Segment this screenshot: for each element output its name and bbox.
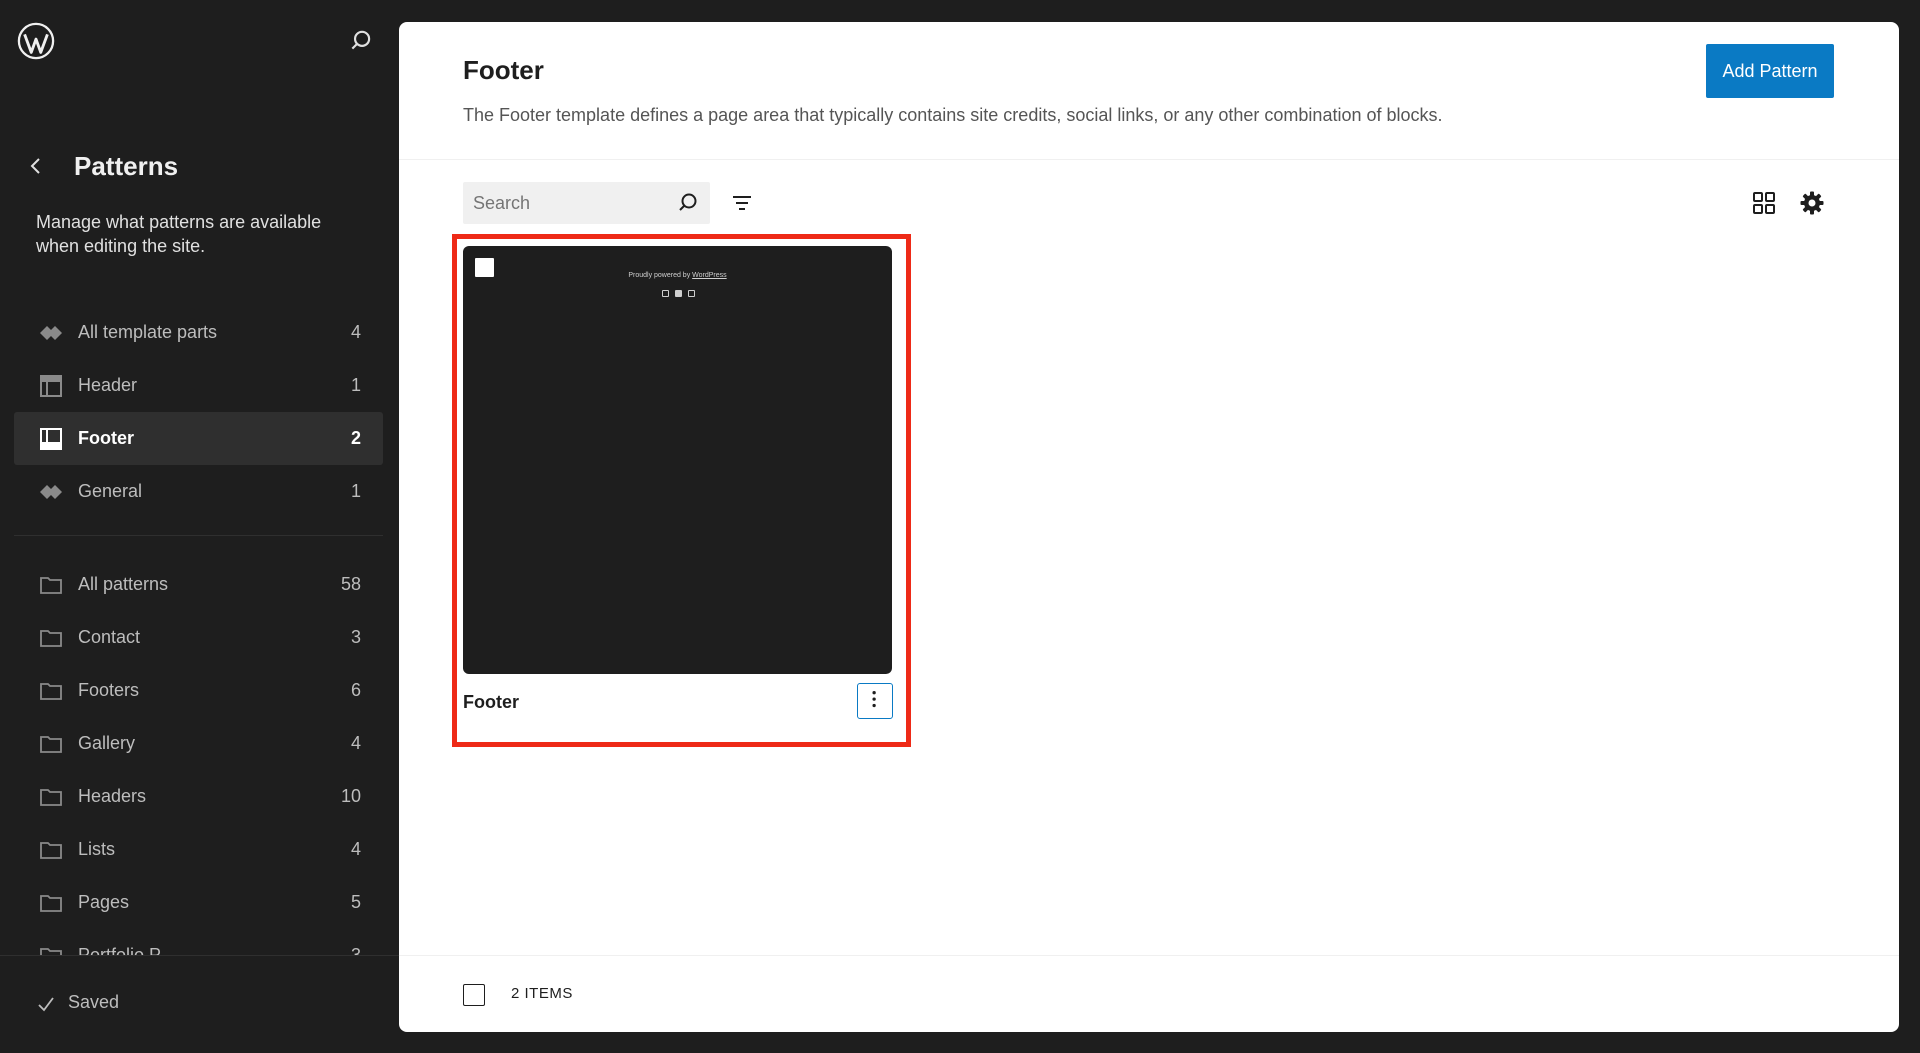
folder-icon	[40, 895, 62, 912]
search-input[interactable]	[463, 182, 663, 224]
sidebar-item-label: All template parts	[78, 322, 218, 342]
folder-icon	[40, 842, 62, 859]
sidebar-item-general[interactable]: General 1	[14, 465, 383, 518]
pattern-categories-list: All patterns 58 Contact 3 Footers 6 Gall…	[14, 558, 383, 955]
folder-icon	[40, 577, 62, 594]
select-all-checkbox[interactable]	[463, 984, 485, 1006]
sidebar-item-all-patterns[interactable]: All patterns 58	[14, 558, 383, 611]
sidebar-item-count: 2	[350, 428, 361, 448]
sidebar-item-label: Contact	[78, 627, 141, 647]
sidebar-item-count: 3	[350, 945, 361, 955]
page-title: Footer	[463, 55, 544, 85]
folder-icon	[40, 789, 62, 806]
chevron-left-icon[interactable]	[24, 154, 48, 178]
diamond-icon	[40, 485, 62, 499]
pattern-card-title[interactable]: Footer	[463, 692, 519, 713]
sidebar-item-portfolio[interactable]: Portfolio P… 3	[14, 929, 383, 955]
folder-icon	[40, 948, 62, 955]
sidebar-item-label: All patterns	[78, 574, 169, 594]
more-actions-button[interactable]	[857, 683, 893, 719]
sidebar-item-label: Footer	[78, 428, 134, 448]
gear-icon[interactable]	[1799, 190, 1825, 216]
sidebar-item-footers[interactable]: Footers 6	[14, 664, 383, 717]
folder-icon	[40, 630, 62, 647]
main-panel: Footer The Footer template defines a pag…	[399, 22, 1899, 1032]
sidebar-item-label: Footers	[78, 680, 140, 700]
mail-icon	[687, 290, 695, 297]
sidebar-item-count: 4	[350, 733, 361, 753]
sidebar-item-label: Headers	[78, 786, 147, 806]
preview-wordpress-link: WordPress	[692, 272, 727, 279]
grid-view-icon[interactable]	[1751, 190, 1777, 216]
pattern-preview[interactable]: Proudly powered by WordPress	[463, 246, 892, 674]
sidebar-description: Manage what patterns are available when …	[36, 212, 322, 256]
sidebar-item-footer[interactable]: Footer 2	[14, 412, 383, 465]
sidebar-item-count: 4	[350, 839, 361, 859]
page-description: The Footer template defines a page area …	[463, 105, 1443, 125]
search-field	[463, 182, 710, 224]
linkedin-icon	[674, 290, 682, 297]
sidebar-item-count: 6	[350, 680, 361, 700]
diamond-icon	[40, 326, 62, 340]
sidebar-item-label: Portfolio P…	[78, 945, 180, 955]
sidebar-item-lists[interactable]: Lists 4	[14, 823, 383, 876]
list-footer: 2 ITEMS	[399, 955, 1899, 1032]
sidebar-item-count: 3	[350, 627, 361, 647]
sidebar-title: Patterns	[74, 151, 179, 181]
sidebar-item-count: 10	[340, 786, 361, 806]
add-pattern-button[interactable]: Add Pattern	[1706, 44, 1834, 98]
folder-icon	[40, 736, 62, 753]
sidebar-item-label: Pages	[78, 892, 130, 912]
sidebar: Patterns Manage what patterns are availa…	[0, 0, 399, 1053]
sidebar-item-count: 4	[350, 322, 361, 342]
sidebar-footer: Saved	[0, 955, 399, 1053]
search-icon[interactable]	[676, 191, 700, 215]
sidebar-item-count: 58	[340, 574, 361, 594]
main-header: Footer The Footer template defines a pag…	[399, 22, 1899, 160]
header-layout-icon	[40, 375, 62, 397]
preview-credit-text: Proudly powered by WordPress	[463, 272, 892, 279]
wordpress-logo-icon[interactable]	[17, 22, 55, 60]
sidebar-divider	[14, 535, 383, 536]
sidebar-item-count: 1	[350, 481, 361, 501]
sidebar-item-count: 1	[350, 375, 361, 395]
footer-layout-icon	[40, 428, 62, 450]
preview-social-icons	[660, 290, 696, 298]
sidebar-item-gallery[interactable]: Gallery 4	[14, 717, 383, 770]
sidebar-item-label: Lists	[78, 839, 116, 859]
sidebar-item-label: General	[78, 481, 143, 501]
sidebar-item-header[interactable]: Header 1	[14, 359, 383, 412]
template-parts-list: All template parts 4 Header 1 Footer 2 G…	[14, 306, 383, 518]
sidebar-item-headers[interactable]: Headers 10	[14, 770, 383, 823]
sidebar-item-label: Header	[78, 375, 138, 395]
folder-icon	[40, 683, 62, 700]
categories-scroll[interactable]: All patterns 58 Contact 3 Footers 6 Gall…	[0, 558, 399, 955]
sidebar-item-count: 5	[350, 892, 361, 912]
preview-credit: Proudly powered by	[628, 272, 691, 279]
sidebar-item-pages[interactable]: Pages 5	[14, 876, 383, 929]
saved-status: Saved	[68, 992, 120, 1012]
filter-icon[interactable]	[729, 190, 755, 216]
items-count: 2 ITEMS	[511, 985, 573, 1002]
search-icon[interactable]	[348, 28, 374, 54]
more-vertical-icon	[871, 691, 876, 708]
sidebar-item-contact[interactable]: Contact 3	[14, 611, 383, 664]
sidebar-item-all-template-parts[interactable]: All template parts 4	[14, 306, 383, 359]
check-icon	[38, 997, 54, 1012]
instagram-icon	[661, 290, 669, 297]
sidebar-item-label: Gallery	[78, 733, 136, 753]
